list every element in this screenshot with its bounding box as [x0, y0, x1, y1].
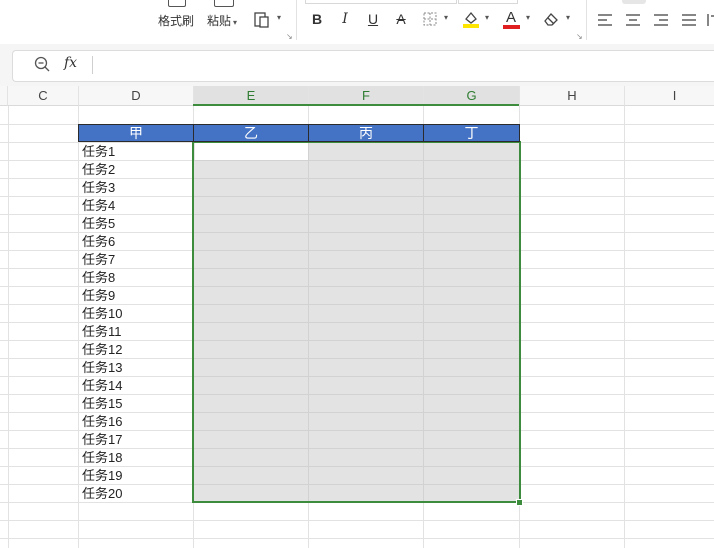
- align-left-icon: [598, 14, 612, 26]
- fill-color-icon: [463, 11, 479, 28]
- task-cell[interactable]: 任务18: [82, 449, 122, 467]
- italic-button[interactable]: I: [336, 8, 354, 30]
- grid-vline: [78, 106, 79, 548]
- task-cell[interactable]: 任务8: [82, 269, 115, 287]
- column-header-i[interactable]: I: [625, 86, 714, 106]
- task-cell[interactable]: 任务12: [82, 341, 122, 359]
- task-cell[interactable]: 任务10: [82, 305, 122, 323]
- chevron-down-icon: ▾: [444, 13, 449, 22]
- font-color-swatch: [503, 25, 520, 29]
- font-name-box[interactable]: [305, 0, 457, 4]
- clear-button[interactable]: ▾: [542, 10, 574, 30]
- font-size-box[interactable]: [458, 0, 518, 4]
- task-cell[interactable]: 任务6: [82, 233, 115, 251]
- task-cell[interactable]: 任务19: [82, 467, 122, 485]
- align-center-icon: [626, 14, 640, 26]
- align-right-button[interactable]: [653, 13, 669, 27]
- task-cell[interactable]: 任务17: [82, 431, 122, 449]
- justify-button[interactable]: [681, 13, 697, 27]
- selection-border: [192, 141, 521, 503]
- fill-handle[interactable]: [516, 499, 523, 506]
- column-header-e[interactable]: E: [194, 86, 309, 106]
- distribute-button[interactable]: [706, 13, 714, 27]
- column-header-d[interactable]: D: [79, 86, 194, 106]
- chevron-down-icon: ▾: [233, 18, 238, 27]
- column-header-blank[interactable]: [0, 86, 8, 106]
- align-top-highlight: [622, 0, 646, 4]
- underline-button[interactable]: U: [364, 8, 382, 30]
- column-header-c[interactable]: C: [8, 86, 79, 106]
- strikethrough-button[interactable]: A: [392, 8, 410, 30]
- column-header-h[interactable]: H: [520, 86, 625, 106]
- grid-vline: [624, 106, 625, 548]
- font-color-button[interactable]: A ▾: [502, 9, 534, 31]
- fill-color-swatch: [463, 24, 479, 28]
- column-header-f[interactable]: F: [309, 86, 424, 106]
- task-cell[interactable]: 任务15: [82, 395, 122, 413]
- fx-button[interactable]: fx: [64, 55, 77, 71]
- task-cell[interactable]: 任务3: [82, 179, 115, 197]
- chevron-down-icon: ▾: [526, 13, 531, 22]
- task-cell[interactable]: 任务7: [82, 251, 115, 269]
- task-cell[interactable]: 任务1: [82, 143, 115, 161]
- border-icon: [423, 12, 437, 26]
- dialog-launcher-icon[interactable]: ↘: [576, 32, 583, 41]
- align-right-icon: [654, 14, 668, 26]
- paste-icon[interactable]: [214, 0, 234, 7]
- formula-bar: fx: [0, 44, 714, 86]
- border-button[interactable]: ▾: [422, 11, 454, 29]
- font-color-label: A: [506, 9, 517, 26]
- chevron-down-icon: ▾: [277, 13, 282, 22]
- task-cell[interactable]: 任务13: [82, 359, 122, 377]
- column-header-g[interactable]: G: [424, 86, 520, 106]
- distribute-icon: [707, 14, 714, 26]
- paste-special-icon: [254, 12, 269, 28]
- task-cell[interactable]: 任务9: [82, 287, 115, 305]
- format-painter-icon[interactable]: [168, 0, 186, 7]
- align-left-button[interactable]: [597, 13, 613, 27]
- zoom-out-icon[interactable]: [34, 56, 50, 72]
- paste-label: 粘贴: [207, 14, 232, 28]
- align-center-button[interactable]: [625, 13, 641, 27]
- task-cell[interactable]: 任务5: [82, 215, 115, 233]
- clear-icon: [544, 13, 558, 26]
- grid-hline: [0, 538, 714, 539]
- chevron-down-icon: ▾: [485, 13, 490, 22]
- ribbon-divider: [586, 0, 587, 40]
- formula-divider: [92, 56, 93, 74]
- task-cell[interactable]: 任务11: [82, 323, 122, 341]
- ribbon-divider: [296, 0, 297, 40]
- grid-vline: [8, 106, 9, 548]
- paste-button[interactable]: 粘贴 ▾: [207, 12, 237, 29]
- bold-button[interactable]: B: [308, 8, 326, 30]
- task-cell[interactable]: 任务2: [82, 161, 115, 179]
- justify-icon: [682, 14, 696, 26]
- ribbon-toolbar: 格式刷 粘贴 ▾ ▾ ↘ B I U A ▾ ▾ A ▾ ▾ ↘: [0, 0, 714, 44]
- header-cell-yi[interactable]: 乙: [193, 124, 309, 142]
- header-cell-bing[interactable]: 丙: [308, 124, 424, 142]
- grid-hline: [0, 520, 714, 521]
- fill-color-button[interactable]: ▾: [462, 9, 494, 31]
- task-cell[interactable]: 任务16: [82, 413, 122, 431]
- dialog-launcher-icon[interactable]: ↘: [286, 32, 293, 41]
- task-cell[interactable]: 任务14: [82, 377, 122, 395]
- chevron-down-icon: ▾: [566, 13, 571, 22]
- column-selection-indicator: [193, 104, 519, 106]
- task-cell[interactable]: 任务4: [82, 197, 115, 215]
- formula-input[interactable]: [12, 50, 714, 82]
- task-cell[interactable]: 任务20: [82, 485, 122, 503]
- header-cell-ding[interactable]: 丁: [423, 124, 520, 142]
- paste-special-button[interactable]: ▾: [253, 11, 285, 29]
- header-cell-jia[interactable]: 甲: [78, 124, 194, 142]
- format-painter-button[interactable]: 格式刷: [158, 12, 194, 29]
